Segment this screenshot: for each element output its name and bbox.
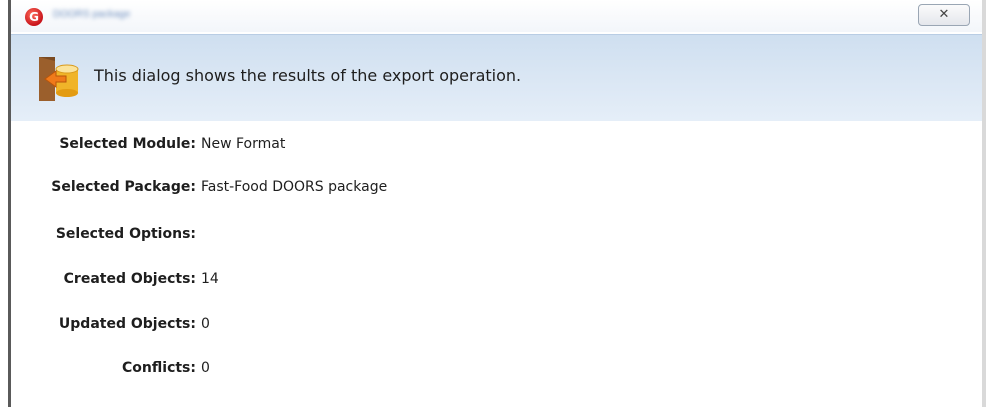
window-title: DOORS package <box>53 9 131 20</box>
detail-row-created-objects: Created Objects: 14 <box>11 271 982 291</box>
selected-module-value: New Format <box>201 136 286 152</box>
close-icon: ✕ <box>938 7 950 22</box>
detail-row-selected-package: Selected Package: Fast-Food DOORS packag… <box>11 179 982 199</box>
close-button[interactable]: ✕ <box>918 4 970 26</box>
updated-objects-label: Updated Objects: <box>58 316 196 332</box>
selected-options-label: Selected Options: <box>55 226 196 242</box>
detail-row-selected-module: Selected Module: New Format <box>11 136 982 156</box>
conflicts-value: 0 <box>201 360 210 376</box>
title-bar[interactable]: G DOORS package <box>11 0 982 32</box>
updated-objects-value: 0 <box>201 316 210 332</box>
created-objects-value: 14 <box>201 271 219 287</box>
export-door-icon <box>39 57 79 101</box>
export-results-dialog: G DOORS package ✕ This dialog shows the … <box>0 0 986 407</box>
conflicts-label: Conflicts: <box>122 360 196 376</box>
header-message: This dialog shows the results of the exp… <box>94 66 522 85</box>
detail-row-conflicts: Conflicts: 0 <box>11 360 982 380</box>
selected-package-value: Fast-Food DOORS package <box>201 179 388 195</box>
selected-module-label: Selected Module: <box>59 136 196 152</box>
created-objects-label: Created Objects: <box>63 271 196 287</box>
app-logo-icon: G <box>25 8 43 26</box>
dialog-header: This dialog shows the results of the exp… <box>11 34 982 121</box>
detail-row-selected-options: Selected Options: <box>11 226 982 246</box>
window-right-border <box>982 0 986 407</box>
detail-row-updated-objects: Updated Objects: 0 <box>11 316 982 336</box>
selected-package-label: Selected Package: <box>51 179 196 195</box>
